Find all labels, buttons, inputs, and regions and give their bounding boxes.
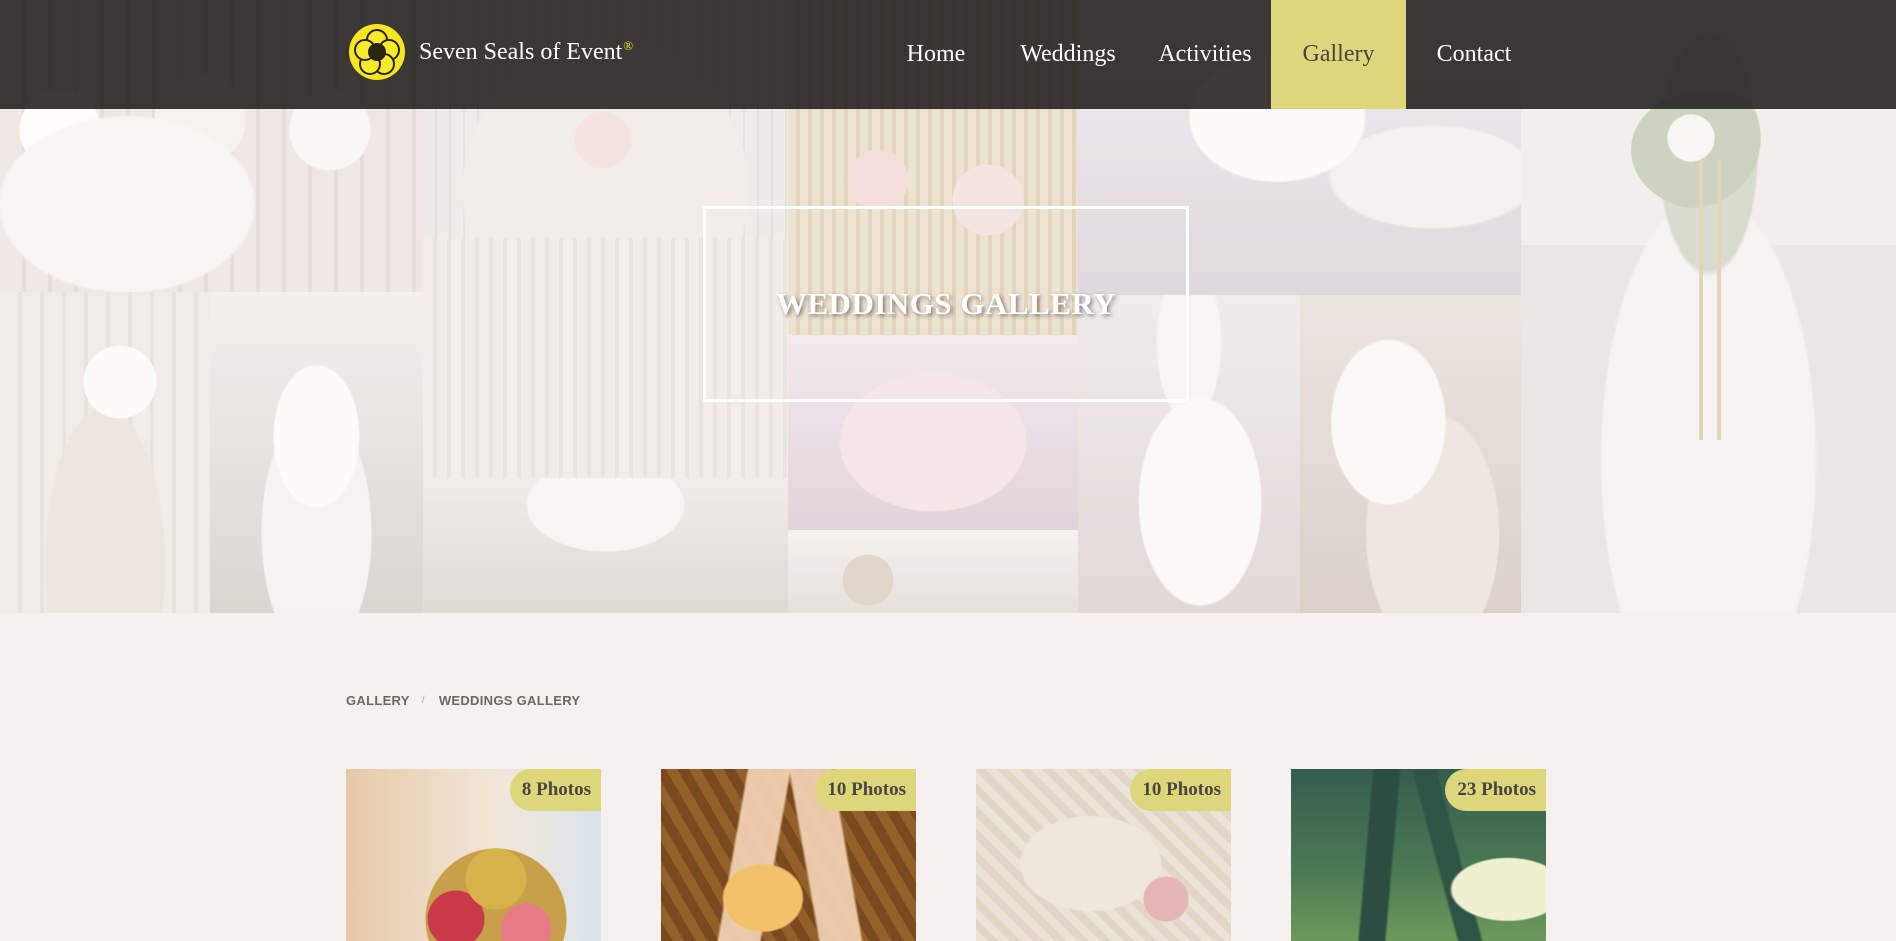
brand-name: Seven Seals of Event® — [419, 38, 633, 66]
hero-title-frame: WEDDINGS GALLERY — [703, 206, 1189, 402]
nav-home[interactable]: Home — [875, 0, 997, 109]
album-grid: 8 Photos 10 Photos 10 Photos 23 Photos — [346, 769, 1546, 941]
brand-link[interactable]: Seven Seals of Event® — [349, 24, 633, 80]
top-navbar: Seven Seals of Event® Home Weddings Acti… — [0, 0, 1896, 109]
hero-title: WEDDINGS GALLERY — [775, 286, 1117, 321]
album-card[interactable]: 10 Photos — [976, 769, 1231, 941]
brand-name-text: Seven Seals of Event — [419, 39, 623, 65]
nav-activities[interactable]: Activities — [1139, 0, 1271, 109]
breadcrumb: GALLERY / WEDDINGS GALLERY — [346, 693, 580, 708]
breadcrumb-separator: / — [421, 695, 425, 706]
album-card[interactable]: 23 Photos — [1291, 769, 1546, 941]
breadcrumb-current: WEDDINGS GALLERY — [438, 693, 581, 708]
photo-count-badge: 8 Photos — [509, 769, 601, 811]
album-card[interactable]: 8 Photos — [346, 769, 601, 941]
flower-seal-logo-icon — [349, 24, 405, 80]
breadcrumb-gallery[interactable]: GALLERY — [346, 693, 410, 708]
nav-gallery[interactable]: Gallery — [1271, 0, 1406, 109]
photo-count-badge: 10 Photos — [815, 769, 916, 811]
photo-count-badge: 23 Photos — [1445, 769, 1546, 811]
nav-weddings[interactable]: Weddings — [997, 0, 1139, 109]
nav-contact[interactable]: Contact — [1406, 0, 1542, 109]
registered-mark: ® — [623, 38, 634, 53]
album-card[interactable]: 10 Photos — [661, 769, 916, 941]
photo-count-badge: 10 Photos — [1130, 769, 1231, 811]
main-nav: Home Weddings Activities Gallery Contact — [875, 0, 1542, 109]
